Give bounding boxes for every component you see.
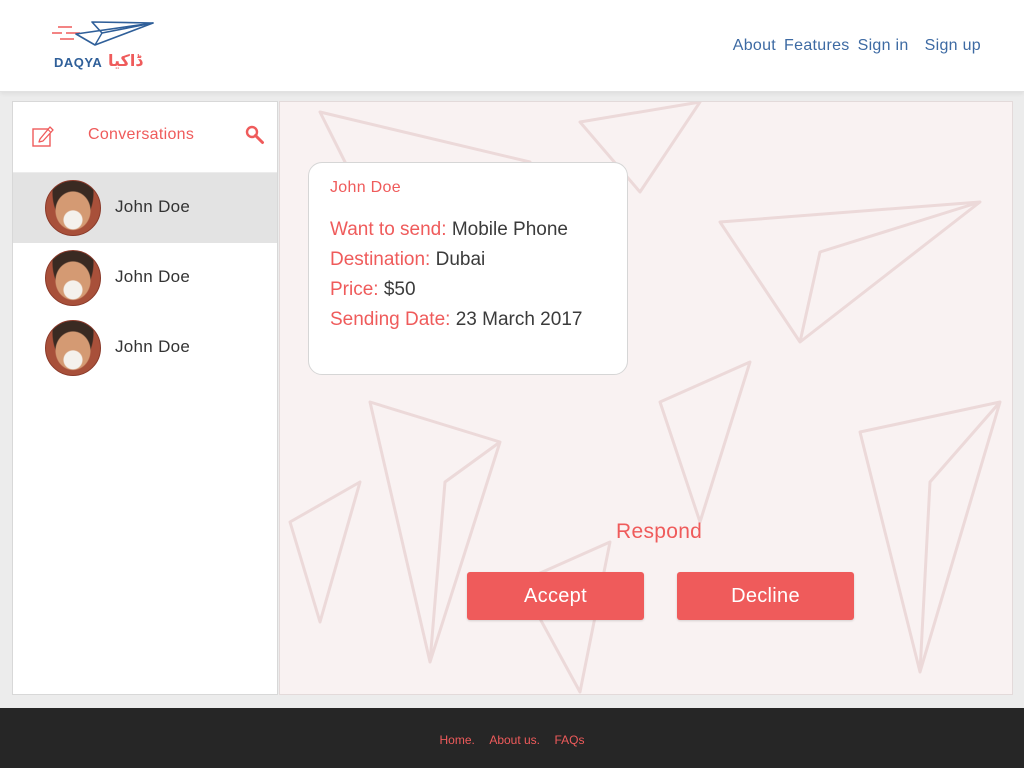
- field-label: Destination:: [330, 249, 431, 270]
- footer-links: Home. About us. FAQs: [0, 731, 1024, 749]
- request-card: John Doe Want to send: Mobile Phone Dest…: [308, 162, 628, 375]
- footer-home-link[interactable]: Home.: [440, 733, 475, 747]
- conversations-sidebar: Conversations John Doe John Doe John Doe: [12, 101, 278, 695]
- conversation-item[interactable]: John Doe: [13, 313, 277, 383]
- decline-button[interactable]: Decline: [677, 572, 854, 620]
- field-label: Sending Date:: [330, 309, 451, 330]
- request-sender-name: John Doe: [330, 179, 401, 196]
- sidebar-title: Conversations: [88, 126, 195, 143]
- brand-arabic: ڈاکیا: [108, 53, 143, 70]
- footer-faqs-link[interactable]: FAQs: [554, 733, 584, 747]
- field-value: Mobile Phone: [451, 219, 569, 240]
- nav-features[interactable]: Features: [784, 37, 850, 55]
- conversation-name: John Doe: [115, 267, 191, 286]
- conversation-name: John Doe: [115, 337, 191, 356]
- request-price-row: Price: $50: [330, 275, 627, 305]
- field-value: 23 March 2017: [455, 309, 583, 330]
- conversation-panel: John Doe Want to send: Mobile Phone Dest…: [279, 101, 1013, 695]
- field-label: Want to send:: [330, 219, 447, 240]
- request-date-row: Sending Date: 23 March 2017: [330, 305, 627, 335]
- request-item-row: Want to send: Mobile Phone: [330, 215, 627, 245]
- avatar: [45, 180, 101, 236]
- conversation-item[interactable]: John Doe: [13, 173, 277, 243]
- sidebar-header: Conversations: [13, 102, 277, 173]
- field-label: Price:: [330, 279, 379, 300]
- avatar: [45, 320, 101, 376]
- footer: Home. About us. FAQs: [0, 708, 1024, 768]
- search-icon[interactable]: [245, 125, 265, 145]
- paper-plane-icon: [52, 21, 154, 46]
- nav-about[interactable]: About: [733, 37, 776, 55]
- conversation-name: John Doe: [115, 197, 191, 216]
- nav-sign-in[interactable]: Sign in: [858, 37, 909, 55]
- request-destination-row: Destination: Dubai: [330, 245, 627, 275]
- respond-heading: Respond: [616, 520, 703, 543]
- conversation-item[interactable]: John Doe: [13, 243, 277, 313]
- compose-icon[interactable]: [32, 125, 54, 147]
- avatar: [45, 250, 101, 306]
- top-nav: About Features Sign in Sign up: [725, 37, 981, 55]
- header: DAQYA ڈاکیا About Features Sign in Sign …: [0, 0, 1024, 92]
- brand-name: DAQYA: [54, 55, 103, 70]
- nav-sign-up[interactable]: Sign up: [925, 37, 981, 55]
- brand-logo[interactable]: DAQYA ڈاکیا: [50, 18, 160, 74]
- footer-about-link[interactable]: About us.: [489, 733, 540, 747]
- field-value: Dubai: [435, 249, 486, 270]
- field-value: $50: [383, 279, 416, 300]
- accept-button[interactable]: Accept: [467, 572, 644, 620]
